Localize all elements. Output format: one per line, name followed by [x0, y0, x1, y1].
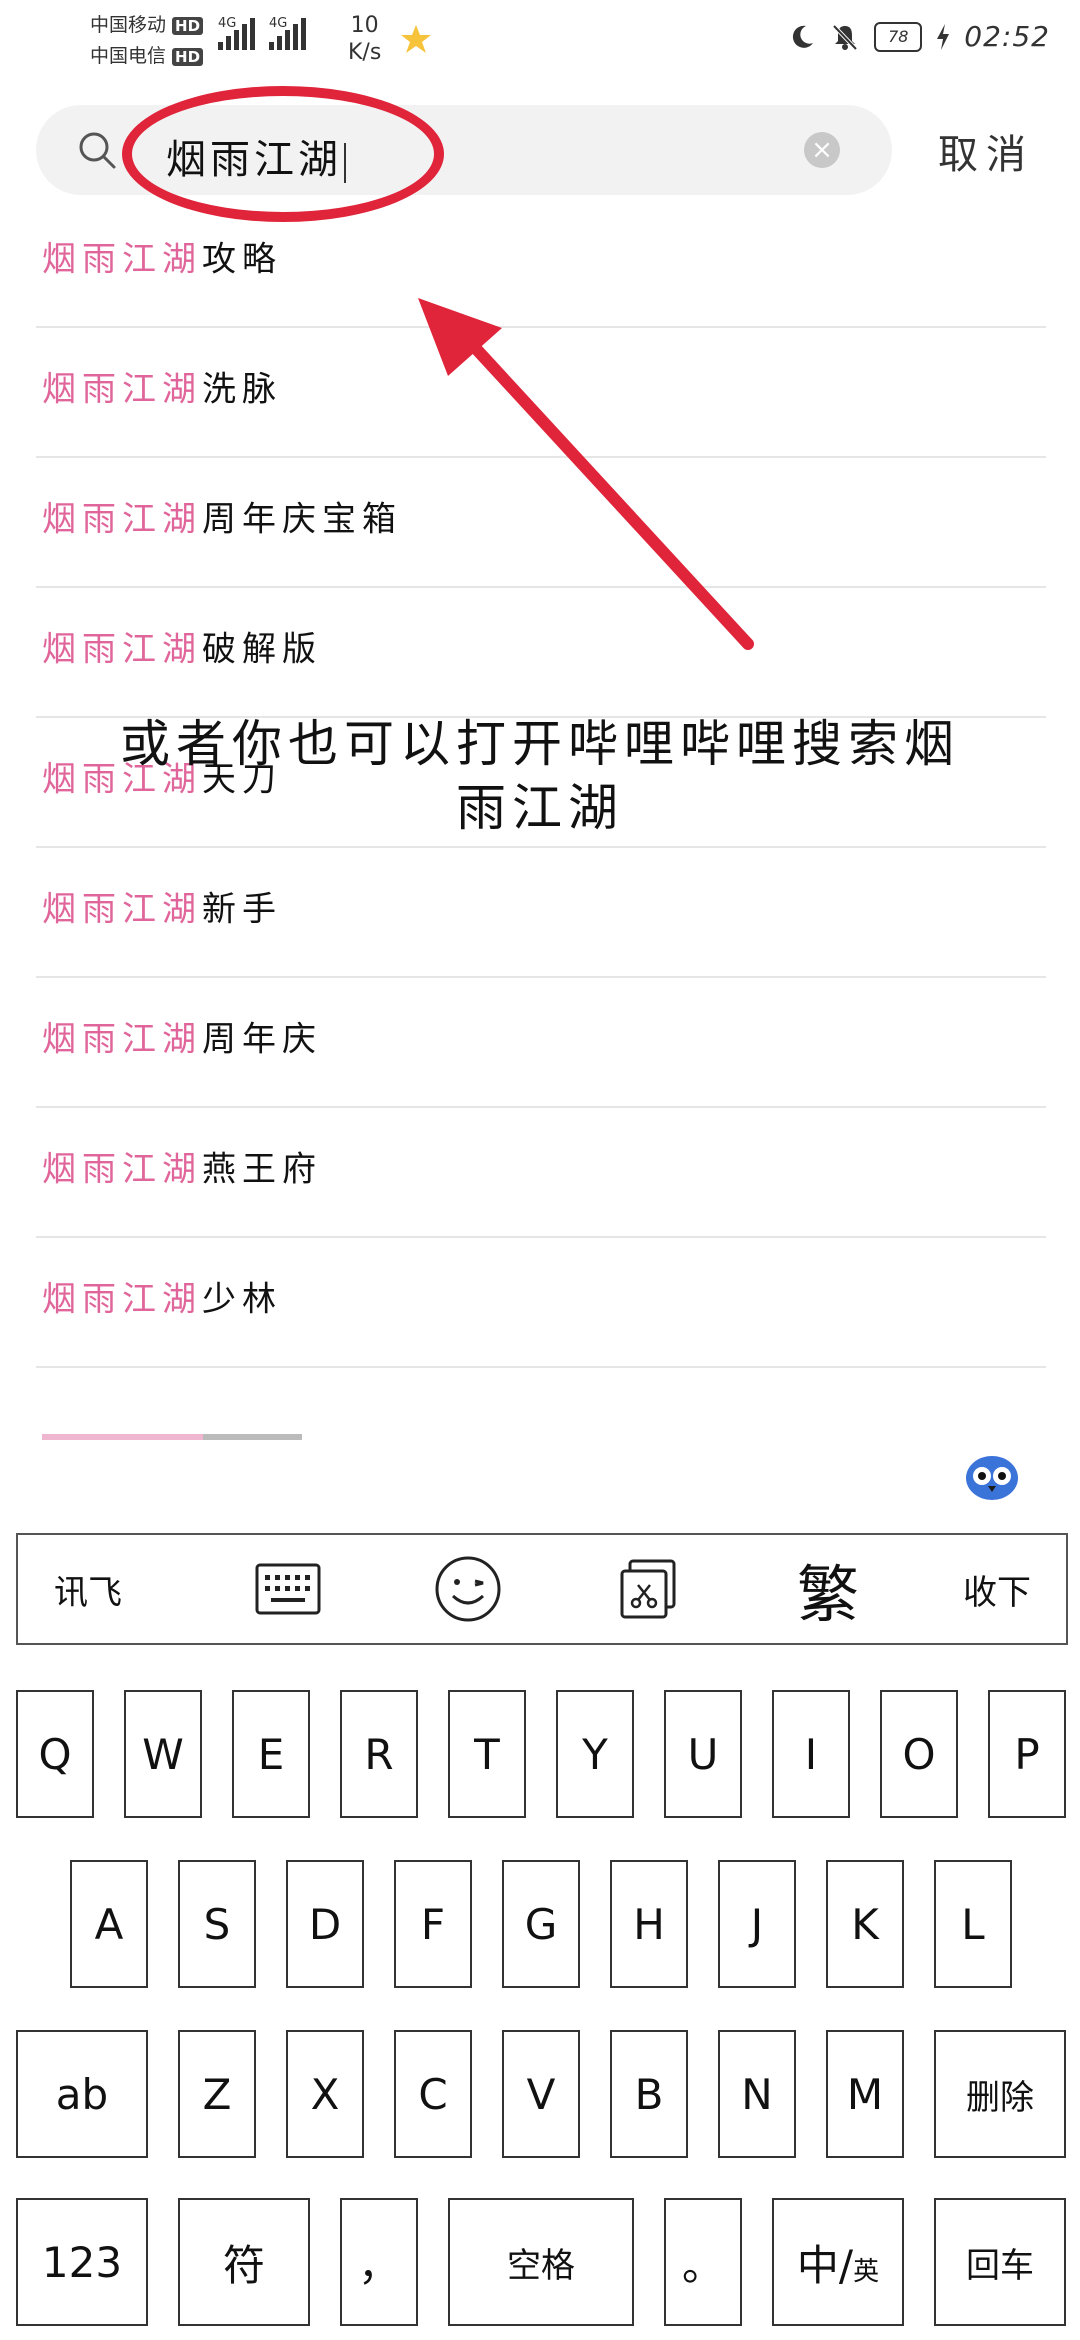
key-p[interactable]: P	[988, 1690, 1066, 1818]
suggestion-item-partial	[42, 1426, 302, 1440]
key-s[interactable]: S	[178, 1860, 256, 1988]
suggestion-highlight: 烟雨江湖	[42, 1149, 202, 1190]
annotation-line-2: 雨江湖	[456, 779, 624, 837]
hide-keyboard-button[interactable]: 收下	[928, 1535, 1066, 1643]
suggestion-rest: 少林	[202, 1279, 282, 1320]
lang-sub: 英	[853, 2256, 880, 2287]
suggestion-highlight: 烟雨江湖	[42, 1019, 202, 1060]
key-ab-mode[interactable]: ab	[16, 2030, 148, 2158]
key-m[interactable]: M	[826, 2030, 904, 2158]
key-numbers[interactable]: 123	[16, 2198, 148, 2326]
key-y[interactable]: Y	[556, 1690, 634, 1818]
suggestion-item[interactable]: 烟雨江湖少林	[36, 1238, 1046, 1368]
key-k[interactable]: K	[826, 1860, 904, 1988]
space-key[interactable]: 空格	[448, 2198, 634, 2326]
suggestion-rest: 周年庆	[202, 1019, 322, 1060]
key-c[interactable]: C	[394, 2030, 472, 2158]
key-w[interactable]: W	[124, 1690, 202, 1818]
key-t[interactable]: T	[448, 1690, 526, 1818]
keyboard-assistant-icon[interactable]	[962, 1450, 1022, 1504]
annotation-line-1: 或者你也可以打开哔哩哔哩搜索烟	[120, 715, 960, 773]
key-comma[interactable]: ，	[340, 2198, 418, 2326]
suggestion-item[interactable]: 烟雨江湖燕王府	[36, 1108, 1046, 1238]
key-h[interactable]: H	[610, 1860, 688, 1988]
suggestion-highlight: 烟雨江湖	[42, 1279, 202, 1320]
key-e[interactable]: E	[232, 1690, 310, 1818]
key-period[interactable]: 。	[664, 2198, 742, 2326]
suggestion-item[interactable]: 烟雨江湖周年庆	[36, 978, 1046, 1108]
clipboard-icon[interactable]	[578, 1535, 718, 1643]
key-u[interactable]: U	[664, 1690, 742, 1818]
keyboard-toolbar: 讯飞 繁 收下	[16, 1533, 1068, 1645]
key-z[interactable]: Z	[178, 2030, 256, 2158]
language-toggle-key[interactable]: 中/英	[772, 2198, 904, 2326]
key-x[interactable]: X	[286, 2030, 364, 2158]
traditional-chinese-toggle[interactable]: 繁	[758, 1535, 898, 1643]
ime-label[interactable]: 讯飞	[18, 1535, 158, 1643]
key-g[interactable]: G	[502, 1860, 580, 1988]
key-l[interactable]: L	[934, 1860, 1012, 1988]
key-d[interactable]: D	[286, 1860, 364, 1988]
enter-key[interactable]: 回车	[934, 2198, 1066, 2326]
key-i[interactable]: I	[772, 1690, 850, 1818]
key-n[interactable]: N	[718, 2030, 796, 2158]
emoji-icon[interactable]	[398, 1535, 538, 1643]
suggestion-rest: 燕王府	[202, 1149, 322, 1190]
key-symbols[interactable]: 符	[178, 2198, 310, 2326]
key-q[interactable]: Q	[16, 1690, 94, 1818]
suggestion-rest: 新手	[202, 889, 282, 930]
key-a[interactable]: A	[70, 1860, 148, 1988]
key-v[interactable]: V	[502, 2030, 580, 2158]
key-b[interactable]: B	[610, 2030, 688, 2158]
key-r[interactable]: R	[340, 1690, 418, 1818]
delete-key[interactable]: 删除	[934, 2030, 1066, 2158]
key-j[interactable]: J	[718, 1860, 796, 1988]
suggestion-item[interactable]: 烟雨江湖新手	[36, 848, 1046, 978]
annotation-text: 或者你也可以打开哔哩哔哩搜索烟 雨江湖	[60, 712, 1020, 840]
suggestion-highlight: 烟雨江湖	[42, 889, 202, 930]
key-o[interactable]: O	[880, 1690, 958, 1818]
key-f[interactable]: F	[394, 1860, 472, 1988]
lang-main: 中/	[796, 2240, 854, 2290]
keyboard-icon[interactable]	[218, 1535, 358, 1643]
annotation-arrow	[418, 298, 754, 650]
